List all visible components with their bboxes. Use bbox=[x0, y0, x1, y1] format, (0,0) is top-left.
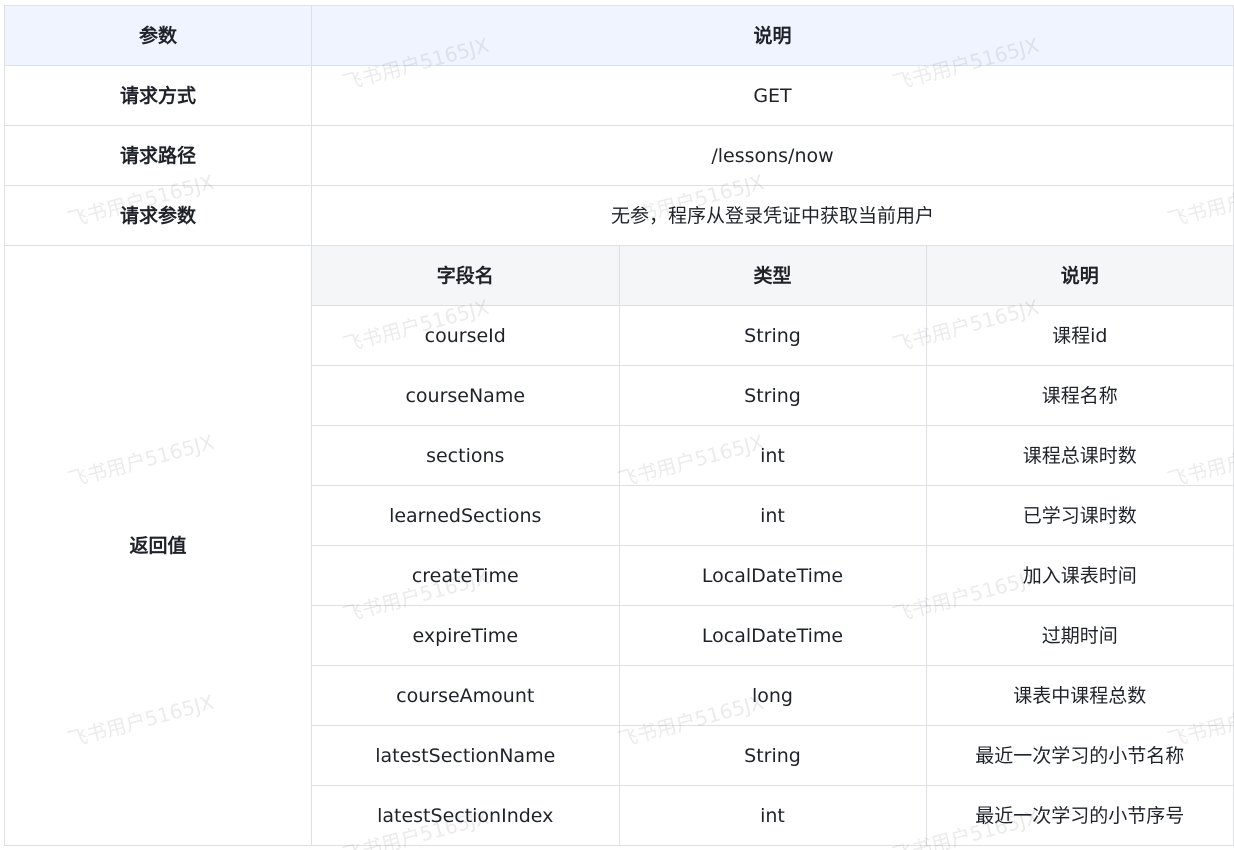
api-doc-table-wrapper: 参数 说明 请求方式 GET 请求路径 /lessons/now 请求参数 无参… bbox=[4, 5, 1234, 846]
field-name: latestSectionName bbox=[312, 725, 620, 786]
return-fields-body: courseId String 课程id courseName String 课程名称 se… bbox=[312, 305, 1233, 845]
field-desc: 课程总课时数 bbox=[926, 425, 1233, 486]
field-desc: 课程id bbox=[926, 305, 1233, 366]
field-type: LocalDateTime bbox=[619, 545, 927, 606]
params-row: 请求参数 无参，程序从登录凭证中获取当前用户 bbox=[4, 185, 1234, 246]
field-row: courseId String 课程id bbox=[312, 305, 1233, 366]
field-desc: 过期时间 bbox=[926, 605, 1233, 666]
method-label: 请求方式 bbox=[4, 65, 312, 126]
field-type: String bbox=[619, 725, 927, 786]
method-value: GET bbox=[311, 65, 1234, 126]
field-row: latestSectionIndex int 最近一次学习的小节序号 bbox=[312, 785, 1233, 845]
field-desc: 课程名称 bbox=[926, 365, 1233, 426]
field-name: learnedSections bbox=[312, 485, 620, 546]
col-field-type: 类型 bbox=[619, 246, 927, 306]
header-row: 参数 说明 bbox=[4, 5, 1234, 66]
field-desc: 加入课表时间 bbox=[926, 545, 1233, 606]
path-value: /lessons/now bbox=[311, 125, 1234, 186]
field-type: LocalDateTime bbox=[619, 605, 927, 666]
field-desc: 最近一次学习的小节序号 bbox=[975, 804, 1185, 827]
field-name: latestSectionIndex bbox=[312, 785, 620, 845]
api-doc-table: 参数 说明 请求方式 GET 请求路径 /lessons/now 请求参数 无参… bbox=[4, 5, 1234, 846]
field-desc: 课表中课程总数 bbox=[926, 665, 1233, 726]
path-row: 请求路径 /lessons/now bbox=[4, 125, 1234, 186]
field-row: learnedSections int 已学习课时数 bbox=[312, 485, 1233, 546]
field-name: expireTime bbox=[312, 605, 620, 666]
return-fields-header: 字段名 类型 说明 bbox=[312, 246, 1233, 306]
field-desc: 最近一次学习的小节名称 bbox=[926, 725, 1233, 786]
field-row: latestSectionName String 最近一次学习的小节名称 bbox=[312, 725, 1233, 786]
field-row: courseAmount long 课表中课程总数 bbox=[312, 665, 1233, 726]
field-type: String bbox=[619, 365, 927, 426]
method-row: 请求方式 GET bbox=[4, 65, 1234, 126]
field-name: courseId bbox=[312, 305, 620, 366]
return-value-cell: 字段名 类型 说明 courseId String 课程id courseName St… bbox=[311, 245, 1234, 846]
field-type: int bbox=[619, 485, 927, 546]
return-fields-table: 字段名 类型 说明 courseId String 课程id courseName St… bbox=[312, 246, 1233, 845]
col-field-desc: 说明 bbox=[926, 246, 1233, 306]
return-label: 返回值 bbox=[4, 245, 312, 846]
field-type: int bbox=[619, 785, 927, 845]
header-desc: 说明 bbox=[311, 5, 1234, 66]
field-type: long bbox=[619, 665, 927, 726]
return-row: 返回值 字段名 类型 说明 courseId String 课程id cours… bbox=[4, 245, 1234, 846]
header-param: 参数 bbox=[4, 5, 312, 66]
field-row: courseName String 课程名称 bbox=[312, 365, 1233, 426]
params-label: 请求参数 bbox=[4, 185, 312, 246]
field-name: createTime bbox=[312, 545, 620, 606]
col-field-name: 字段名 bbox=[312, 246, 620, 306]
field-desc: 已学习课时数 bbox=[926, 485, 1233, 546]
field-name: courseName bbox=[312, 365, 620, 426]
params-value: 无参，程序从登录凭证中获取当前用户 bbox=[311, 185, 1234, 246]
field-name: sections bbox=[312, 425, 620, 486]
field-type: String bbox=[619, 305, 927, 366]
field-name: courseAmount bbox=[312, 665, 620, 726]
field-type: int bbox=[619, 425, 927, 486]
path-label: 请求路径 bbox=[4, 125, 312, 186]
field-row: createTime LocalDateTime 加入课表时间 bbox=[312, 545, 1233, 606]
field-row: sections int 课程总课时数 bbox=[312, 425, 1233, 486]
field-row: expireTime LocalDateTime 过期时间 bbox=[312, 605, 1233, 666]
